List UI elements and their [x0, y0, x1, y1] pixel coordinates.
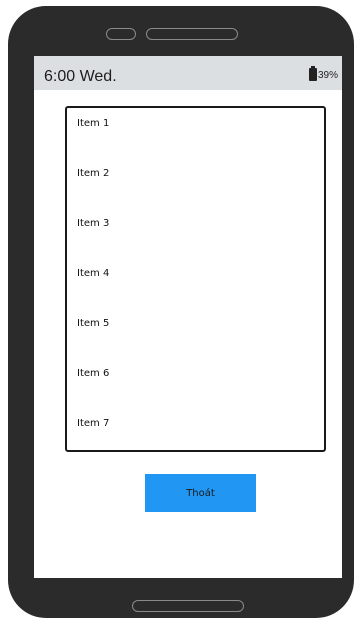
battery-indicator: 39%	[308, 66, 338, 81]
front-camera	[106, 28, 136, 40]
list-item[interactable]: Item 3	[77, 218, 109, 229]
phone-frame: 6:00 Wed. 39% Item 1 Item 2 Item 3 Item …	[8, 6, 354, 618]
app-screen: 6:00 Wed. 39% Item 1 Item 2 Item 3 Item …	[34, 56, 342, 578]
exit-button[interactable]: Thoát	[145, 474, 256, 512]
list-item[interactable]: Item 4	[77, 268, 109, 279]
item-list[interactable]: Item 1 Item 2 Item 3 Item 4 Item 5 Item …	[65, 106, 326, 452]
home-button[interactable]	[132, 600, 244, 612]
list-item[interactable]: Item 7	[77, 418, 109, 429]
status-time: 6:00 Wed.	[44, 68, 117, 85]
list-item[interactable]: Item 5	[77, 318, 109, 329]
list-item[interactable]: Item 6	[77, 368, 109, 379]
battery-percent: 39%	[317, 70, 338, 81]
list-item[interactable]: Item 1	[77, 118, 109, 129]
list-item[interactable]: Item 2	[77, 168, 109, 179]
earpiece-speaker	[146, 28, 238, 40]
battery-icon	[308, 66, 317, 81]
status-bar: 6:00 Wed. 39%	[34, 56, 342, 90]
